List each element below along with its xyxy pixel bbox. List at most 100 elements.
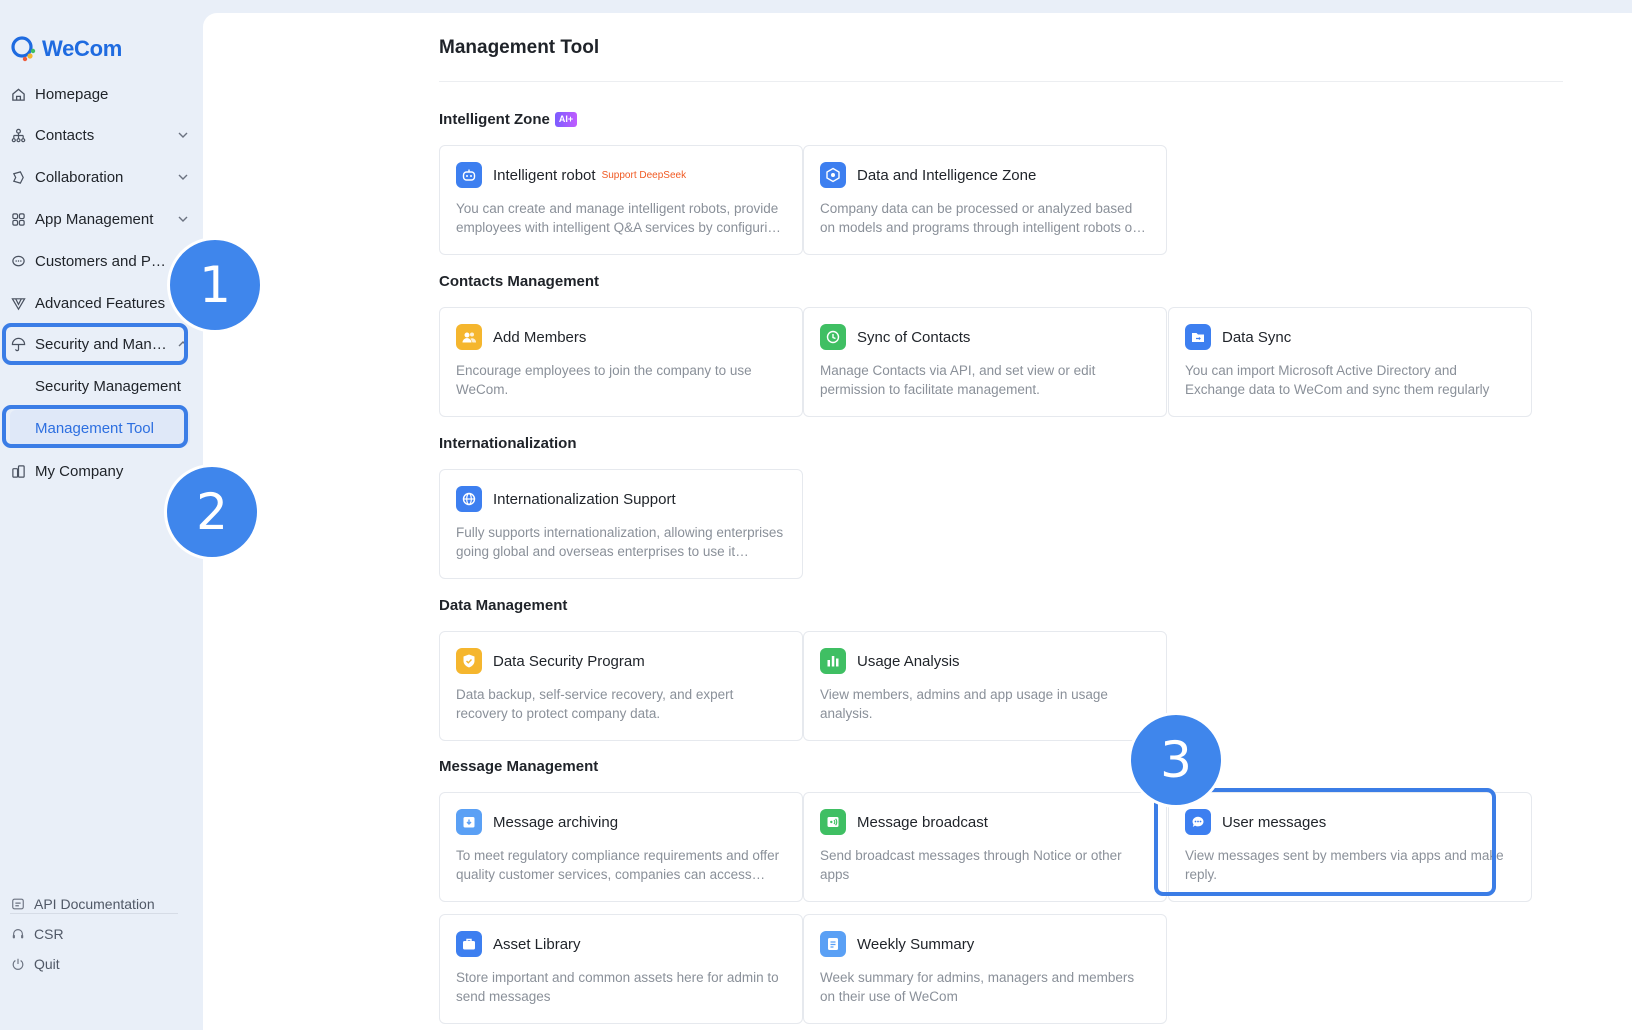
add-members-icon [456,324,482,350]
section-title-contacts-management: Contacts Management [439,273,599,290]
sidebar-item-app-management[interactable]: App Management [10,201,190,237]
card-add-members[interactable]: Add Members Encourage employees to join … [439,307,803,417]
card-title: Sync of Contacts [857,328,971,346]
section-title-data-management: Data Management [439,597,567,614]
sidebar-item-label: Advanced Features [35,294,166,312]
building-icon [10,463,26,479]
card-description: You can import Microsoft Active Director… [1185,363,1490,397]
section-title-text: Internationalization [439,435,577,452]
card-title: Weekly Summary [857,935,975,953]
card-sync-of-contacts[interactable]: Sync of Contacts Manage Contacts via API… [803,307,1167,417]
step-marker-1: 1 [167,237,263,333]
card-description: To meet regulatory compliance requiremen… [456,848,780,882]
briefcase-icon [456,931,482,957]
sidebar-footer-csr[interactable]: CSR [10,921,64,947]
apps-grid-icon [10,211,26,227]
card-title: Intelligent robot [493,166,596,184]
sidebar-footer-quit[interactable]: Quit [10,951,60,977]
card-data-security-program[interactable]: Data Security Program Data backup, self-… [439,631,803,741]
card-description: Fully supports internationalization, all… [456,525,784,559]
sync-icon [820,324,846,350]
highlight-management-tool [2,405,188,448]
chevron-down-icon [176,212,190,226]
sidebar-footer-api-documentation[interactable]: API Documentation [10,891,155,917]
sidebar-item-label: App Management [35,210,154,228]
card-usage-analysis[interactable]: Usage Analysis View members, admins and … [803,631,1167,741]
sidebar-item-label: My Company [35,462,124,480]
card-asset-library[interactable]: Asset Library Store important and common… [439,914,803,1024]
card-description: Encourage employees to join the company … [456,363,752,397]
sidebar-subitem-security-management[interactable]: Security Management [10,368,190,404]
archive-icon [456,809,482,835]
card-description: View members, admins and app usage in us… [820,687,1108,721]
card-data-and-intelligence-zone[interactable]: Data and Intelligence Zone Company data … [803,145,1167,255]
vector-icon [10,295,26,311]
card-internationalization-support[interactable]: Internationalization Support Fully suppo… [439,469,803,579]
card-weekly-summary[interactable]: Weekly Summary Week summary for admins, … [803,914,1167,1024]
sidebar-item-advanced-features[interactable]: Advanced Features [10,285,190,321]
card-title: Data Security Program [493,652,645,670]
bar-chart-icon [820,648,846,674]
section-title-intelligent-zone: Intelligent Zone AI+ [439,111,578,128]
collaboration-icon [10,169,26,185]
data-cube-icon [820,162,846,188]
card-title: Usage Analysis [857,652,960,670]
card-title: Data and Intelligence Zone [857,166,1037,184]
sidebar-footer-label: CSR [34,926,64,942]
folder-sync-icon [1185,324,1211,350]
sidebar-subitem-label: Security Management [35,377,181,395]
main-panel: Management Tool Intelligent Zone AI+ Int… [203,13,1632,1030]
globe-icon [456,486,482,512]
ai-badge: AI+ [554,112,578,127]
card-data-sync[interactable]: Data Sync You can import Microsoft Activ… [1168,307,1532,417]
robot-icon [456,162,482,188]
home-icon [10,86,26,102]
headset-icon [10,926,26,942]
section-title-message-management: Message Management [439,758,598,775]
chat-bubble-icon [10,253,26,269]
wecom-logo[interactable]: WeCom [8,34,122,64]
summary-icon [820,931,846,957]
sidebar-item-collaboration[interactable]: Collaboration [10,159,190,195]
card-title: Asset Library [493,935,581,953]
chevron-down-icon [176,128,190,142]
support-deepseek-tag: Support DeepSeek [601,169,687,181]
card-title: Message archiving [493,813,619,831]
card-description: Store important and common assets here f… [456,970,779,1004]
document-icon [10,896,26,912]
section-title-text: Message Management [439,758,599,775]
card-intelligent-robot[interactable]: Intelligent robot Support DeepSeek You c… [439,145,803,255]
sidebar-item-my-company[interactable]: My Company [10,453,190,489]
card-description: Manage Contacts via API, and set view or… [820,363,1096,397]
card-message-broadcast[interactable]: Message broadcast Send broadcast message… [803,792,1167,902]
card-description: You can create and manage intelligent ro… [456,201,783,235]
card-description: Send broadcast messages through Notice o… [820,848,1122,882]
sidebar-item-customers[interactable]: Customers and P… [10,243,190,279]
step-marker-2: 2 [164,464,260,560]
card-title: Message broadcast [857,813,988,831]
title-divider [439,81,1563,82]
card-title: Data Sync [1222,328,1292,346]
card-message-archiving[interactable]: Message archiving To meet regulatory com… [439,792,803,902]
sidebar-footer-label: API Documentation [34,896,155,912]
card-description: Week summary for admins, managers and me… [820,970,1135,1004]
power-icon [10,956,26,972]
broadcast-icon [820,809,846,835]
section-title-text: Contacts Management [439,273,600,290]
card-title: Internationalization Support [493,490,676,508]
app-name: WeCom [42,36,122,61]
card-description: Company data can be processed or analyze… [820,201,1137,235]
highlight-security-and-management [2,323,188,365]
org-chart-icon [10,127,26,143]
sidebar-item-label: Homepage [35,85,109,103]
card-title: Add Members [493,328,587,346]
shield-icon [456,648,482,674]
sidebar-item-label: Collaboration [35,168,124,186]
card-description: Data backup, self-service recovery, and … [456,687,734,721]
section-title-internationalization: Internationalization [439,435,577,452]
sidebar-item-homepage[interactable]: Homepage [10,76,190,112]
sidebar-footer-label: Quit [34,956,60,972]
highlight-user-messages [1154,788,1496,896]
sidebar-item-contacts[interactable]: Contacts [10,117,190,153]
page-title: Management Tool [439,37,600,58]
